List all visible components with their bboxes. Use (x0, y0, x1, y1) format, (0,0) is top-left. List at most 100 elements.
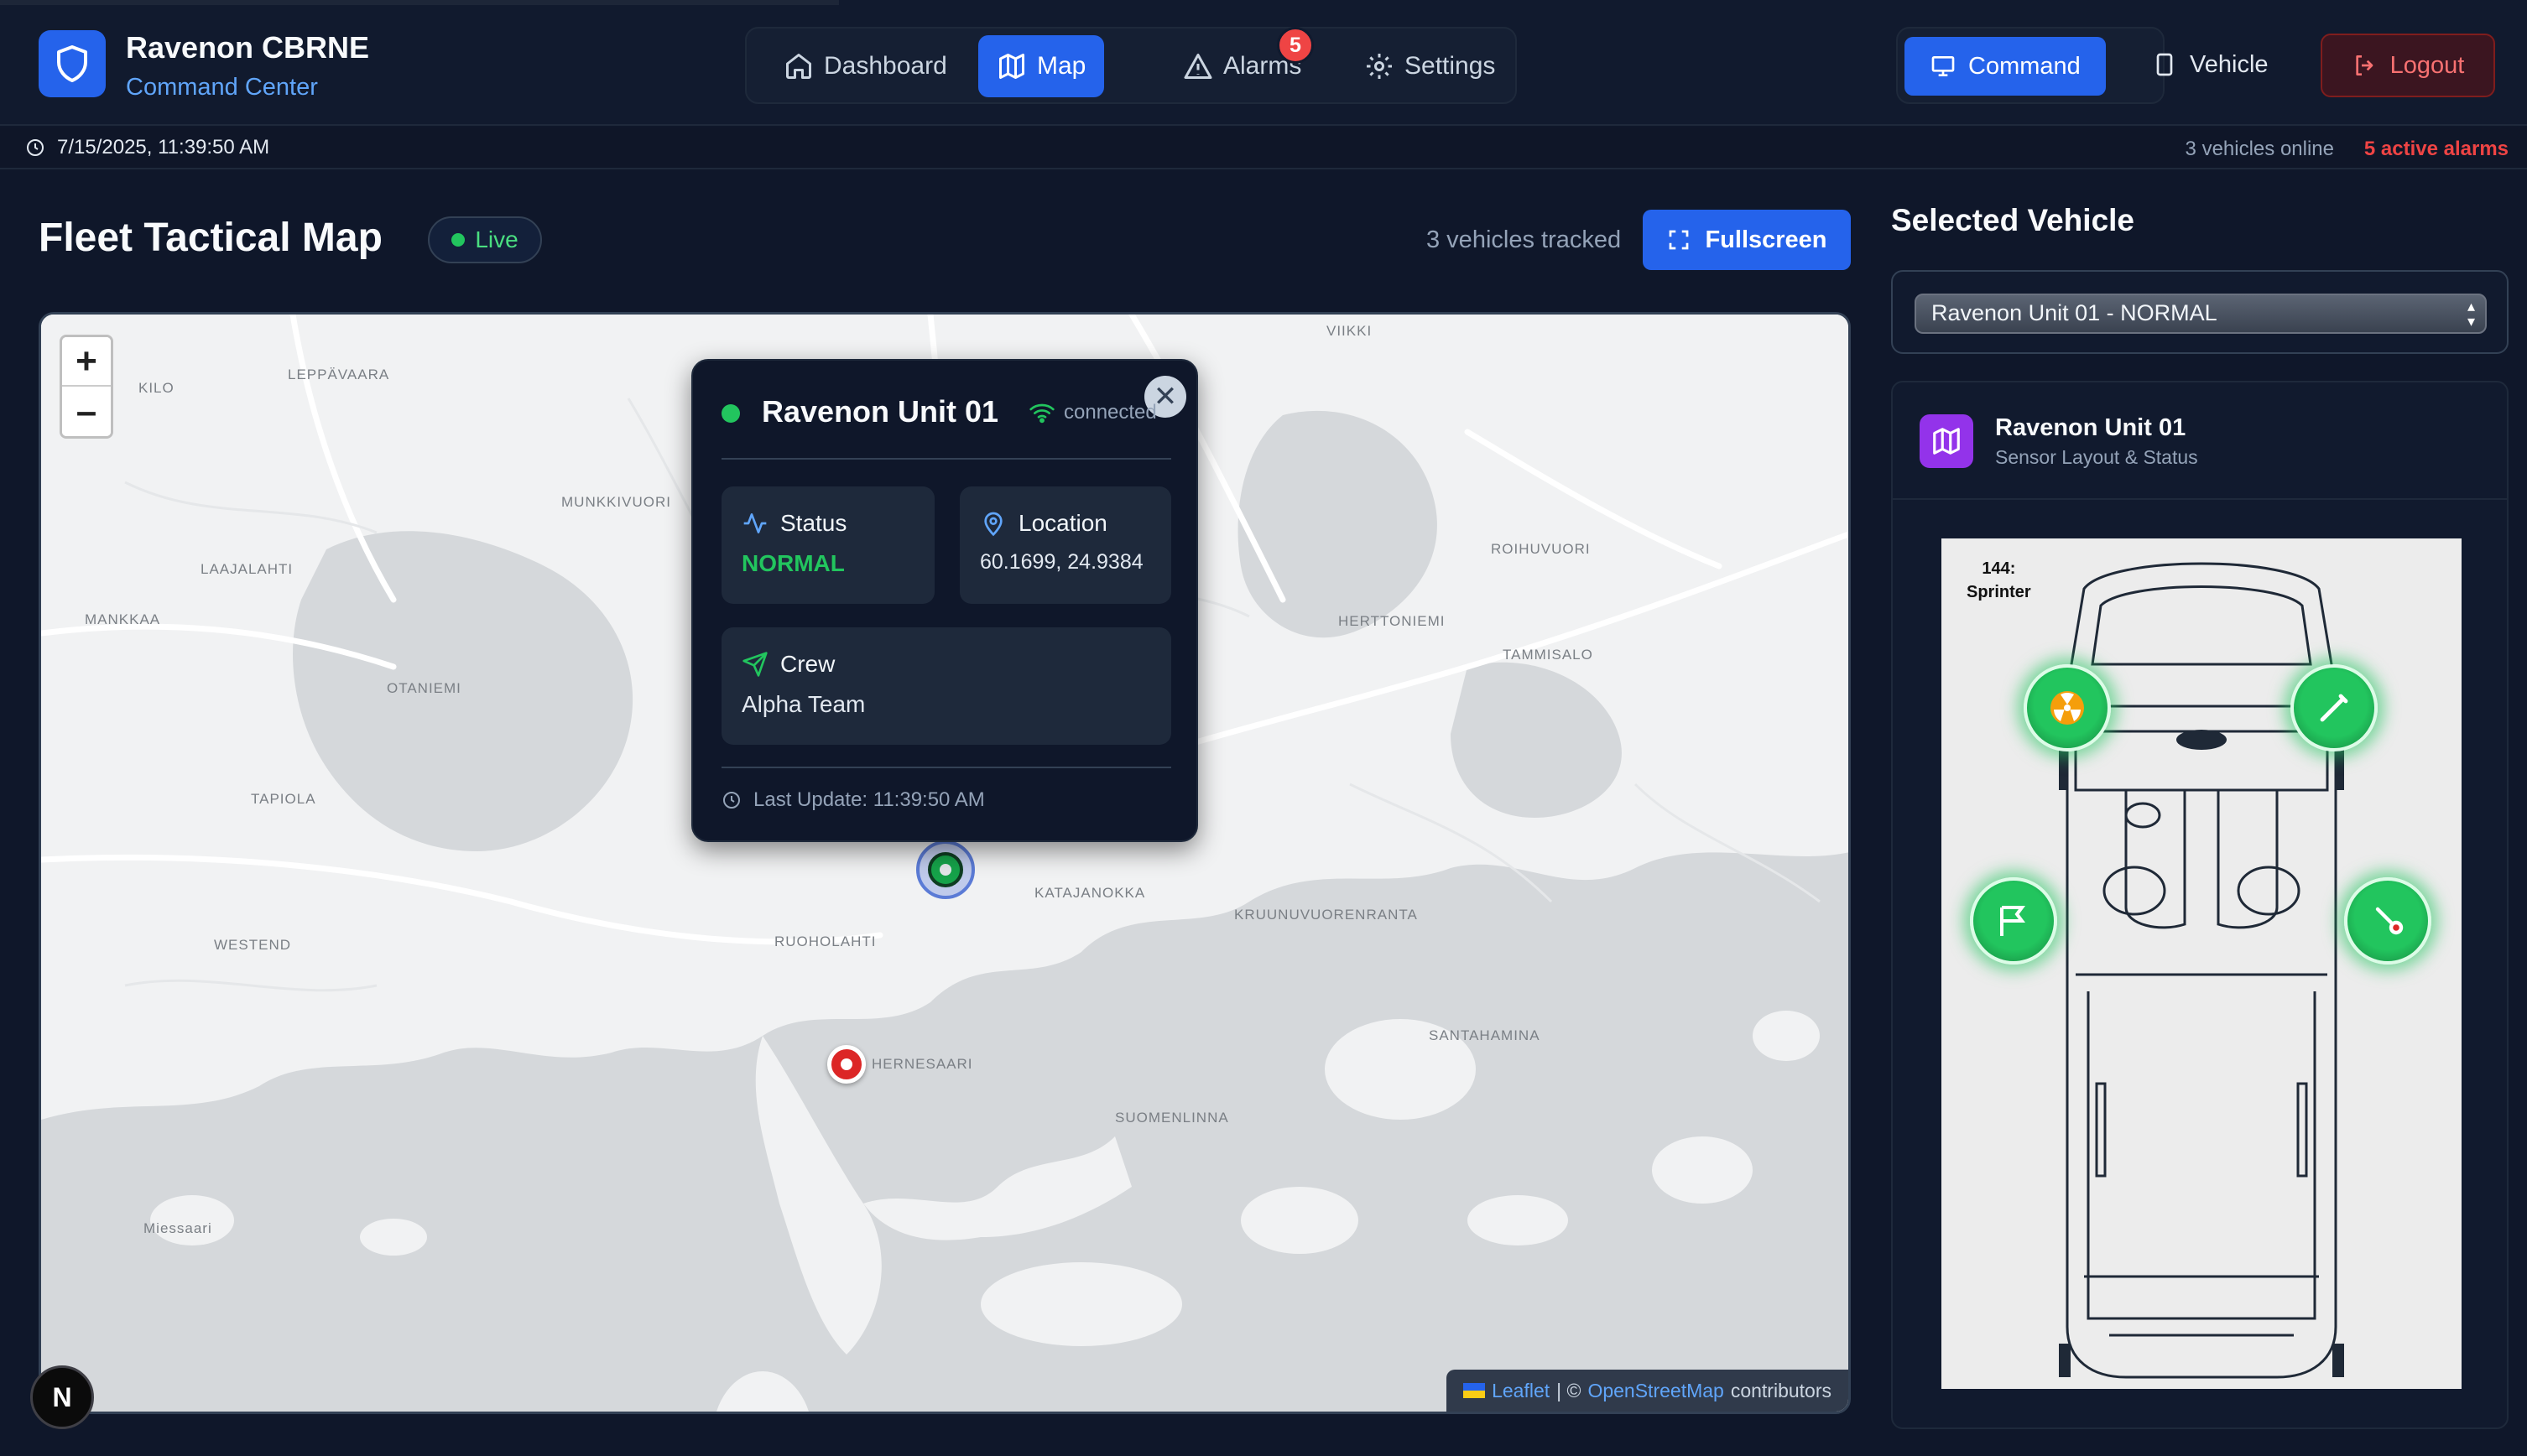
map-label: MANKKAA (85, 611, 161, 627)
sensor-layout-header: Ravenon Unit 01 Sensor Layout & Status (1893, 382, 2507, 500)
popup-title: Ravenon Unit 01 (762, 394, 999, 429)
map-label: KILO (138, 380, 175, 396)
nav-settings[interactable]: Settings (1346, 35, 1514, 97)
gear-icon (1367, 54, 1392, 79)
map-label: MUNKKIVUORI (561, 494, 671, 510)
zoom-control: + – (60, 335, 113, 439)
timestamp: 7/15/2025, 11:39:50 AM (25, 136, 269, 159)
main-nav: Dashboard Map Alarms Settings (745, 27, 1517, 104)
attribution-separator: | © (1556, 1379, 1581, 1401)
popup-divider (722, 767, 1171, 768)
popup-divider (722, 458, 1171, 460)
sensor-probe[interactable] (2290, 664, 2378, 751)
selected-vehicle-title: Selected Vehicle (1891, 203, 2135, 237)
wifi-icon (1029, 403, 1055, 424)
vehicle-mode-label: Vehicle (2190, 50, 2269, 78)
map-label: OTANIEMI (387, 680, 461, 696)
page-title: Fleet Tactical Map (39, 216, 383, 260)
vehicle-select-value: Ravenon Unit 01 - NORMAL (1931, 300, 2217, 325)
app-title: Ravenon CBRNE (126, 30, 370, 65)
alarm-marker[interactable] (827, 1045, 866, 1084)
map-attribution: Leaflet | © OpenStreetMap contributors (1446, 1370, 1848, 1412)
live-label: Live (475, 226, 518, 252)
sensor-biohazard[interactable] (1970, 877, 2057, 965)
sensor-radiation[interactable] (2024, 664, 2111, 751)
n-logo-badge[interactable]: N (30, 1365, 94, 1429)
active-alarms[interactable]: 5 active alarms (2364, 138, 2509, 161)
navigation-icon (742, 652, 768, 677)
vehicle-marker[interactable] (916, 840, 975, 899)
alert-triangle-icon (1184, 54, 1212, 79)
top-bar: Ravenon CBRNE Command Center Dashboard M… (0, 0, 2527, 126)
map-icon (999, 54, 1024, 79)
map-pin-icon (984, 512, 1003, 537)
crew-label: Crew (742, 651, 835, 678)
osm-link[interactable]: OpenStreetMap (1587, 1380, 1723, 1402)
clock-icon (723, 792, 740, 809)
nav-dashboard-label: Dashboard (824, 52, 947, 80)
map-label: VIIKKI (1326, 323, 1373, 339)
vehicles-tracked: 3 vehicles tracked (1426, 226, 1622, 253)
timestamp-text: 7/15/2025, 11:39:50 AM (57, 136, 270, 159)
command-mode-button[interactable]: Command (1904, 37, 2106, 96)
thermometer-icon (2375, 907, 2404, 935)
map-label: TAMMISALO (1503, 647, 1593, 663)
map-label: SANTAHAMINA (1429, 1027, 1540, 1043)
vehicle-marker-core (928, 852, 963, 887)
wand-icon (2320, 694, 2348, 722)
status-dot-icon (722, 404, 740, 423)
monitor-icon (1931, 56, 1955, 76)
map-label: WESTEND (214, 937, 291, 953)
map-label: HERTTONIEMI (1338, 613, 1446, 629)
zoom-out-button[interactable]: – (62, 387, 111, 436)
vehicle-select[interactable]: Ravenon Unit 01 - NORMAL ▴ ▾ (1915, 294, 2487, 334)
crew-card: Crew Alpha Team (722, 627, 1171, 745)
tablet-icon (2156, 53, 2173, 76)
fullscreen-label: Fullscreen (1705, 226, 1827, 253)
nav-map[interactable]: Map (978, 35, 1105, 97)
map-label: KATAJANOKKA (1034, 885, 1146, 901)
clock-icon (27, 139, 44, 156)
layout-caption: 144: Sprinter (1967, 559, 2031, 601)
select-arrows-icon: ▴ ▾ (2467, 298, 2475, 330)
map-label: LAAJALAHTI (201, 561, 294, 577)
unit-name: Ravenon Unit 01 (1995, 414, 2186, 441)
live-indicator: Live (428, 216, 542, 263)
logout-label: Logout (2389, 51, 2465, 79)
crew-value: Alpha Team (742, 691, 866, 717)
zoom-in-button[interactable]: + (62, 337, 111, 387)
nav-map-label: Map (1037, 52, 1086, 80)
radiation-icon (2050, 691, 2084, 725)
map-label: SUOMENLINNA (1115, 1110, 1229, 1126)
biohazard-flag-icon (2000, 906, 2025, 936)
map-label: Miessaari (143, 1220, 212, 1236)
mode-switch: Command (1896, 27, 2165, 104)
connection-label: connected (1064, 401, 1157, 424)
logout-icon (2355, 55, 2373, 75)
leaflet-link[interactable]: Leaflet (1492, 1380, 1550, 1402)
nav-dashboard[interactable]: Dashboard (765, 35, 966, 97)
sensor-layout-card: Ravenon Unit 01 Sensor Layout & Status 1… (1891, 381, 2509, 1429)
shield-icon (39, 30, 106, 97)
vehicle-mode-button[interactable]: Vehicle (2126, 35, 2294, 94)
map-label: RUOHOLAHTI (774, 933, 877, 949)
expand-icon (1670, 230, 1689, 250)
ukraine-flag-icon (1463, 1383, 1486, 1398)
fullscreen-button[interactable]: Fullscreen (1643, 210, 1851, 270)
sensor-temperature[interactable] (2344, 877, 2431, 965)
connection-status: connected (1029, 401, 1157, 424)
status-value: NORMAL (742, 550, 845, 576)
activity-icon (743, 513, 767, 533)
unit-subtitle: Sensor Layout & Status (1995, 446, 2198, 468)
location-label: Location (980, 510, 1107, 537)
app-subtitle: Command Center (126, 74, 318, 101)
vehicle-popup: ✕ Ravenon Unit 01 connected Status NORMA… (691, 359, 1198, 842)
logout-button[interactable]: Logout (2321, 34, 2495, 97)
map-label: HERNESAARI (872, 1056, 973, 1072)
location-card: Location 60.1699, 24.9384 (960, 486, 1171, 604)
nav-settings-label: Settings (1404, 52, 1496, 80)
attribution-suffix: contributors (1730, 1379, 1831, 1401)
map-icon (1920, 414, 1973, 468)
status-card: Status NORMAL (722, 486, 935, 604)
home-icon (786, 54, 811, 79)
